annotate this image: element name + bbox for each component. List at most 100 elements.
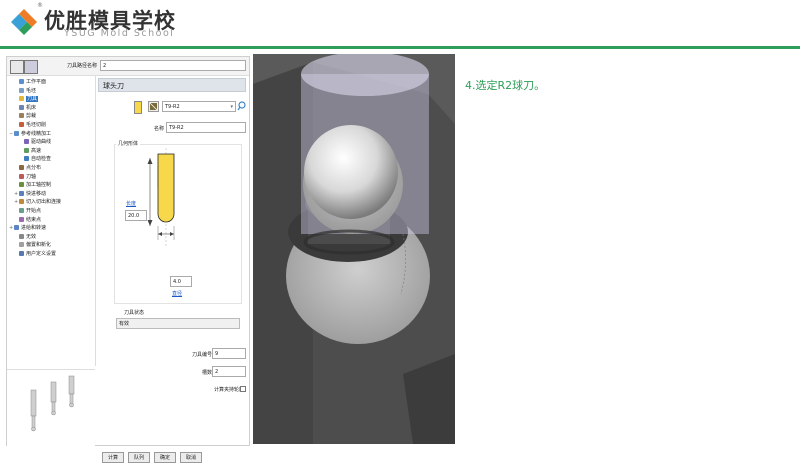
tree-item-label: 切入切出和连接 [26,199,62,206]
calc-holder-checkbox[interactable] [240,386,246,392]
ok-button[interactable]: 确定 [154,452,176,463]
header: ® 优胜模具学校 YSUG Mold School [0,0,800,46]
plane-icon [19,79,24,84]
leadin-icon [19,199,24,205]
length-input[interactable]: 20.0 [125,210,147,221]
feed-icon [14,225,19,231]
tree-item[interactable]: 用户定义设置 [14,250,56,258]
tool-icon [19,96,24,102]
search-icon[interactable] [237,101,248,112]
toolpath-dialog: 刀具路径名称 2 工作平面毛坯刀具 机床 剪裁毛坯切削 − 参考线精加工 驱动曲线 高速自动… [6,56,250,463]
pattern-icon [14,130,19,136]
name-input[interactable]: T9-R2 [166,122,246,133]
tree-item[interactable]: 偏置和新化 [14,241,51,249]
check-icon [24,156,29,162]
strategy-tree: 工作平面毛坯刀具 机床 剪裁毛坯切削 − 参考线精加工 驱动曲线 高速自动检查 点分布 刀轴加工… [7,76,96,366]
path-name-label: 刀具路径名称 [67,63,98,69]
tree-item[interactable]: 驱动曲线 [19,138,51,146]
tree-item-label: 毛坯 [26,87,37,94]
tree-item-label: 自动检查 [31,156,52,163]
tree-item-label: 机床 [26,104,37,111]
instruction-note: 4.选定R2球刀。 [465,79,546,92]
null-icon [19,233,24,239]
machine-icon [19,104,24,110]
tree-item-label: 快进移动 [26,190,47,197]
name-label: 名称 [154,126,165,132]
trim-icon [19,113,24,119]
end-icon [19,216,24,222]
tool-select-value: T9-R2 [165,104,180,110]
tree-item[interactable]: 加工轴控制 [14,181,51,189]
tree-item[interactable]: 机床 [14,104,36,112]
tree-item-label: 无效 [26,233,37,240]
tool-library-icon[interactable] [148,101,159,112]
diameter-input[interactable]: 4.0 [170,276,192,287]
tree-item[interactable]: 刀具 [14,95,39,103]
tool-state-value: 有效 [116,318,240,329]
ball-tool-icon[interactable] [134,101,142,114]
path-name-input[interactable]: 2 [100,60,246,71]
flutes-input[interactable]: 2 [212,366,246,377]
tree-item-label: 进给和转速 [21,225,47,232]
tool-preview [7,369,95,446]
tool-state-label: 刀具状态 [124,310,145,316]
tree-item[interactable]: 点分布 [14,164,41,172]
rapid-icon [19,190,24,196]
tree-item[interactable]: 开始点 [14,207,41,215]
tree-item-label: 偏置和新化 [26,242,52,249]
axis-ctrl-icon [19,182,24,188]
curve-icon [24,139,29,145]
tool-preview-image [30,375,75,432]
tree-item[interactable]: 结束点 [14,216,41,224]
tree-item[interactable]: 无效 [14,233,36,241]
grid-icon[interactable] [10,60,24,74]
tree-item[interactable]: 高速 [19,147,41,155]
tree-item[interactable]: 自动检查 [19,155,51,163]
tool-panel: 球头刀 T9-R2 ▾ 名称 T9-R2 几何形体 长度 20.0 4.0 直径… [96,76,248,463]
panel-title: 球头刀 [98,78,246,92]
points-icon [19,165,24,170]
registered-mark: ® [37,2,43,9]
tree-item[interactable]: 刀轴 [14,173,36,181]
dialog-toolbar: 刀具路径名称 2 [7,57,249,76]
3d-viewport[interactable] [253,54,455,444]
tree-item[interactable]: 剪裁 [14,112,36,120]
tree-item-label: 驱动曲线 [31,139,52,146]
tool-number-input[interactable]: 9 [212,348,246,359]
tree-item-label: 工作平面 [26,79,47,85]
tool-select-dropdown[interactable]: T9-R2 ▾ [162,101,236,112]
cancel-button[interactable]: 取消 [180,452,202,463]
stock-icon [19,87,24,93]
tree-item-label: 开始点 [26,208,42,214]
length-link[interactable]: 长度 [126,200,136,207]
tree-item-label: 加工轴控制 [26,182,52,189]
layers-icon[interactable] [24,60,38,74]
tree-item-label: 刀轴 [26,173,37,180]
tree-item-label: 参考线精加工 [21,130,52,137]
diameter-link[interactable]: 直径 [172,290,182,297]
chevron-down-icon: ▾ [230,104,233,110]
flutes-label: 槽数 [202,370,213,376]
offset-icon [19,242,24,248]
tree-item[interactable]: 毛坯切削 [14,121,46,129]
ball-tool-render [253,54,455,444]
start-icon [19,208,24,213]
tree-item-label: 用户定义设置 [26,251,57,257]
tree-item[interactable]: 毛坯 [14,87,36,95]
tree-item-label: 高速 [31,147,42,154]
tree-item-label: 刀具 [26,96,39,103]
user-icon [19,251,24,256]
tree-item[interactable]: + 快进移动 [14,190,46,198]
ysug-logo-icon [10,8,38,36]
tree-item[interactable]: 工作平面 [14,78,46,86]
tree-item[interactable]: + 切入切出和连接 [14,198,61,206]
queue-button[interactable]: 队列 [128,452,150,463]
tree-item[interactable]: + 进给和转速 [9,224,46,232]
calculate-button[interactable]: 计算 [102,452,124,463]
tool-number-label: 刀具编号 [192,352,213,358]
tree-item-label: 结束点 [26,216,42,223]
tree-item[interactable]: − 参考线精加工 [9,130,51,138]
cut-icon [19,122,24,127]
tree-item-label: 毛坯切削 [26,122,47,128]
brand-subtitle: YSUG Mold School [64,28,175,39]
